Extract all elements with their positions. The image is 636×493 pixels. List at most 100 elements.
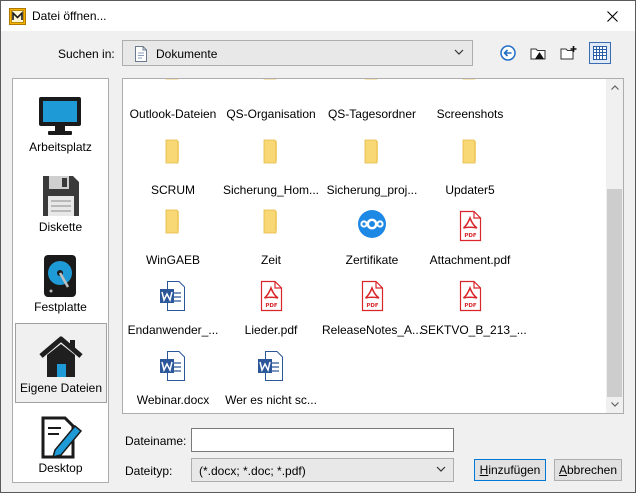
svg-text:PDF: PDF [464,233,477,239]
pdf-file-icon: PDF [255,279,287,313]
folder-icon [356,139,388,173]
svg-text:PDF: PDF [265,303,278,309]
folder-icon [356,79,388,89]
place-label: Diskette [38,220,83,234]
app-icon [9,8,26,25]
place-label: Eigene Dateien [19,381,103,395]
folder-item[interactable]: SCRUM [123,139,223,205]
folder-icon [454,139,486,173]
scroll-down-button[interactable] [606,396,623,413]
file-name: Sicherung_proj... [326,183,418,197]
file-name: Webinar.docx [136,393,210,407]
close-button[interactable] [589,1,635,31]
documents-icon [135,46,147,62]
new-folder-button[interactable] [559,43,579,63]
word-doc-icon [157,279,189,313]
folder-icon [255,139,287,173]
open-file-dialog: Datei öffnen... Suchen in: Dokumente Arb… [0,0,636,493]
folder-item[interactable]: Screenshots [420,79,520,135]
file-name: ReleaseNotes_A... [322,323,423,337]
folder-item[interactable]: WinGAEB [123,209,223,275]
file-list[interactable]: Outlook-Dateien QS-Organisation QS-Tagesor… [122,78,624,414]
vertical-scrollbar[interactable] [606,79,623,413]
title-bar: Datei öffnen... [1,1,635,31]
folder-icon [454,79,486,89]
file-name: Screenshots [436,107,504,121]
desktop-pen-icon [41,416,83,459]
add-button[interactable]: Hinzufügen [474,459,546,481]
filetype-label: Dateityp: [125,464,173,478]
file-name: Lieder.pdf [244,323,298,337]
new-folder-icon [560,46,577,60]
folder-icon [157,139,189,173]
cancel-button[interactable]: Abbrechen [554,459,622,481]
scroll-up-button[interactable] [606,79,623,96]
file-item[interactable]: Zertifikate [322,209,422,275]
file-name: Zeit [260,253,281,267]
place-desktop[interactable]: Desktop [13,400,108,480]
home-icon [39,336,83,377]
look-in-value: Dokumente [156,47,218,61]
place-label: Festplatte [34,300,87,314]
file-item[interactable]: Webinar.docx [123,349,223,413]
place-label: Arbeitsplatz [29,140,92,154]
floppy-disk-icon [43,176,79,216]
file-item[interactable]: PDF ReleaseNotes_A... [322,279,422,345]
back-arrow-icon [500,45,516,61]
filename-input[interactable] [191,428,454,452]
file-name: Attachment.pdf [429,253,511,267]
nextcloud-icon [356,209,388,243]
file-name: Endanwender_... [127,323,219,337]
file-name: Updater5 [445,183,495,197]
window-title: Datei öffnen... [32,9,107,23]
hard-disk-icon [44,255,76,297]
monitor-icon [39,97,81,135]
folder-icon [255,209,287,243]
folder-item[interactable]: QS-Tagesordner [322,79,422,135]
chevron-down-icon [454,49,464,55]
folder-item[interactable]: Outlook-Dateien [123,79,223,135]
back-button[interactable] [498,43,518,63]
file-name: Wer es nicht sc... [225,393,317,407]
svg-text:PDF: PDF [366,303,379,309]
folder-item[interactable]: Sicherung_Hom... [221,139,321,205]
chevron-down-icon [436,466,446,472]
file-item[interactable]: PDF Lieder.pdf [221,279,321,345]
scroll-thumb[interactable] [607,189,622,397]
folder-item[interactable]: QS-Organisation [221,79,321,135]
folder-item[interactable]: Updater5 [420,139,520,205]
add-button-hotkey: H [479,463,489,477]
chevron-up-icon [610,85,619,90]
look-in-label: Suchen in: [58,47,115,61]
folder-item[interactable]: Zeit [221,209,321,275]
cancel-button-label: bbrechen [566,463,618,477]
close-icon [606,10,618,22]
place-eigene-dateien[interactable]: Eigene Dateien [15,323,107,403]
filename-label: Dateiname: [125,434,187,448]
file-item[interactable]: Endanwender_... [123,279,223,345]
file-name: Outlook-Dateien [129,107,217,121]
place-label: Desktop [38,461,83,475]
up-folder-button[interactable] [529,43,549,63]
folder-icon [157,209,189,243]
file-item[interactable]: PDF Attachment.pdf [420,209,520,275]
file-name: QS-Organisation [226,107,316,121]
folder-icon [255,79,287,89]
filetype-dropdown[interactable]: (*.docx; *.doc; *.pdf) [191,458,454,482]
file-item[interactable]: Wer es nicht sc... [221,349,321,413]
file-name: SEKTVO_B_213_... [420,323,527,337]
chevron-down-icon [610,402,619,407]
file-name: Sicherung_Hom... [222,183,320,197]
pdf-file-icon: PDF [454,279,486,313]
filetype-value: (*.docx; *.doc; *.pdf) [199,464,306,478]
place-diskette[interactable]: Diskette [13,159,108,239]
place-arbeitsplatz[interactable]: Arbeitsplatz [13,79,108,159]
file-item[interactable]: PDF SEKTVO_B_213_... [420,279,527,345]
look-in-dropdown[interactable]: Dokumente [122,40,473,66]
pdf-file-icon: PDF [454,209,486,243]
place-festplatte[interactable]: Festplatte [13,239,108,319]
view-menu-button[interactable] [589,42,611,64]
pdf-file-icon: PDF [356,279,388,313]
folder-item[interactable]: Sicherung_proj... [322,139,422,205]
file-name: SCRUM [151,183,195,197]
